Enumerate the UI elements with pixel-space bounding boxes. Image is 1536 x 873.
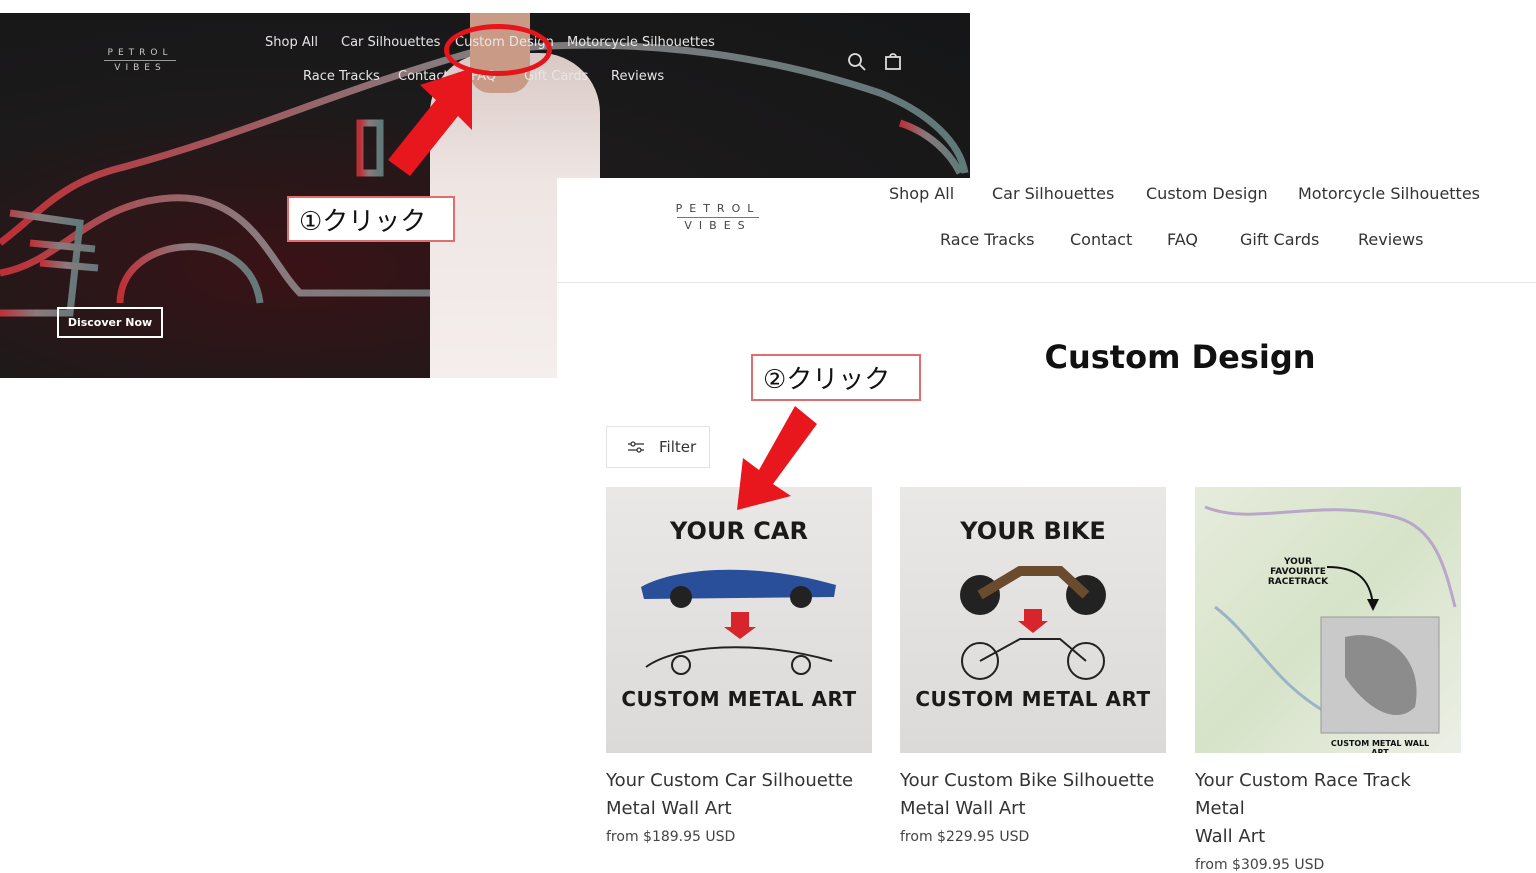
product-image-race-track[interactable]: YOUR FAVOURITE RACETRACK CUSTOM METAL WA…: [1195, 487, 1461, 753]
map-caption-bottom: CUSTOM METAL WALL ART: [1330, 739, 1430, 753]
product-image-bike[interactable]: YOUR BIKE CUSTOM METAL ART: [900, 487, 1166, 753]
product-price: from $189.95 USD: [606, 829, 736, 845]
nav-motorcycle-silhouettes[interactable]: Motorcycle Silhouettes: [1298, 184, 1480, 203]
nav-shop-all[interactable]: Shop All: [889, 184, 954, 203]
product-title[interactable]: Your Custom Car Silhouette Metal Wall Ar…: [606, 767, 872, 823]
image-caption-bottom: CUSTOM METAL ART: [915, 687, 1151, 711]
hero-nav-reviews[interactable]: Reviews: [611, 69, 664, 84]
step2-callout: ②クリック: [751, 354, 921, 401]
hero-nav-gift-cards[interactable]: Gift Cards: [524, 69, 588, 84]
red-arrow-annotation-2: [737, 406, 817, 510]
image-caption-bottom: CUSTOM METAL ART: [621, 687, 857, 711]
filter-label: Filter: [659, 438, 697, 456]
image-caption-top: YOUR BIKE: [960, 517, 1106, 545]
nav-faq[interactable]: FAQ: [1167, 230, 1198, 249]
discover-now-button[interactable]: Discover Now: [57, 307, 163, 338]
product-title-line1: Your Custom Car Silhouette: [606, 770, 854, 791]
filter-button[interactable]: Filter: [606, 426, 710, 468]
site-logo-bottom: VIBES: [684, 219, 752, 232]
header-divider: [557, 282, 1536, 283]
product-title-line2: Metal Wall Art: [900, 798, 1026, 819]
nav-custom-design[interactable]: Custom Design: [1146, 184, 1268, 203]
page-title: Custom Design: [1044, 338, 1316, 376]
hero-logo-bottom: VIBES: [114, 63, 166, 73]
car-illustration: [641, 569, 836, 675]
custom-design-page-screenshot: PETROL VIBES Shop All Car Silhouettes Cu…: [557, 178, 1536, 873]
product-title[interactable]: Your Custom Bike Silhouette Metal Wall A…: [900, 767, 1166, 823]
logo-rule: [677, 217, 759, 218]
map-illustration: [1204, 505, 1457, 734]
hero-nav-motorcycle-silhouettes[interactable]: Motorcycle Silhouettes: [567, 35, 715, 50]
product-card-race-track[interactable]: YOUR FAVOURITE RACETRACK CUSTOM METAL WA…: [1195, 487, 1461, 873]
nav-reviews[interactable]: Reviews: [1358, 230, 1423, 249]
nav-race-tracks[interactable]: Race Tracks: [940, 230, 1035, 249]
map-caption-top: YOUR FAVOURITE RACETRACK: [1267, 557, 1329, 587]
product-price: from $229.95 USD: [900, 829, 1030, 845]
nav-contact[interactable]: Contact: [1070, 230, 1132, 249]
cart-icon[interactable]: [883, 51, 903, 71]
nav-gift-cards[interactable]: Gift Cards: [1240, 230, 1319, 249]
hero-nav-shop-all[interactable]: Shop All: [265, 35, 318, 50]
search-icon[interactable]: [847, 52, 867, 72]
red-arrow-annotation-1: [388, 68, 472, 176]
hero-logo-top: PETROL: [107, 48, 173, 58]
nav-car-silhouettes[interactable]: Car Silhouettes: [992, 184, 1114, 203]
hero-nav-car-silhouettes[interactable]: Car Silhouettes: [341, 35, 440, 50]
product-title-line2: Wall Art: [1195, 826, 1266, 847]
product-image-car[interactable]: YOUR CAR CUSTOM METAL ART: [606, 487, 872, 753]
motorcycle-illustration: [960, 566, 1106, 680]
step1-callout: ①クリック: [287, 196, 455, 242]
logo-rule: [104, 60, 176, 61]
product-card-car[interactable]: YOUR CAR CUSTOM METAL ART Your Custom Ca…: [606, 487, 872, 845]
site-logo-top: PETROL: [675, 202, 761, 215]
sliders-icon: [628, 441, 644, 453]
product-title-line1: Your Custom Race Track Metal: [1195, 770, 1411, 819]
product-price: from $309.95 USD: [1195, 857, 1325, 873]
hero-nav-race-tracks[interactable]: Race Tracks: [303, 69, 380, 84]
site-logo[interactable]: PETROL VIBES: [671, 202, 765, 233]
product-title-line1: Your Custom Bike Silhouette: [900, 770, 1155, 791]
product-title[interactable]: Your Custom Race Track Metal Wall Art: [1195, 767, 1461, 851]
image-caption-top: YOUR CAR: [670, 517, 808, 545]
hero-logo[interactable]: PETROL VIBES: [100, 47, 180, 74]
product-card-bike[interactable]: YOUR BIKE CUSTOM METAL ART Your Custom B…: [900, 487, 1166, 845]
product-title-line2: Metal Wall Art: [606, 798, 732, 819]
